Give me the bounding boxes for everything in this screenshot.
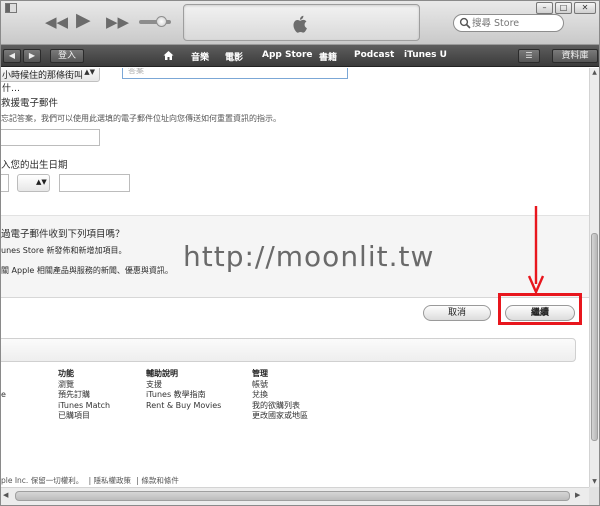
footer-column-0: e [1,369,6,401]
footer-link-purchased[interactable]: 已購項目 [58,411,110,422]
search-icon [459,17,471,29]
maximize-button[interactable]: □ [555,2,572,14]
horizontal-scrollbar[interactable]: ◀ ▶ [1,487,589,505]
footer-separator: | [136,476,139,485]
rescue-email-description: 忘記答案，我們可以使用此選填的電子郵件位址向您傳送如何重置資訊的指示。 [1,114,281,123]
nav-itunes-u[interactable]: iTunes U [404,50,447,60]
footer-link-change-country[interactable]: 更改國家或地區 [252,411,308,422]
footer-link-browse[interactable]: 瀏覽 [58,380,110,391]
footer-link-wishlist[interactable]: 我的欲購列表 [252,401,308,412]
footer-link-redeem[interactable]: 兌換 [252,390,308,401]
nav-movies[interactable]: 電影 [225,50,243,63]
scroll-right-arrow-icon[interactable]: ▶ [575,491,580,499]
security-answer-input[interactable]: 答案 [122,68,348,79]
footer-bar [1,338,576,362]
apple-logo-icon [293,15,307,33]
volume-slider-knob[interactable] [156,16,167,27]
home-icon[interactable] [163,50,174,61]
subscribe-question: 過電子郵件收到下列項目嗎？ [1,229,125,240]
subscribe-item-news: 關 Apple 相關產品與服務的新聞、優惠與資訊。 [1,266,173,275]
list-view-button[interactable]: ☰ [518,49,540,63]
terms-link[interactable]: 條款和條件 [141,476,179,485]
footer-column-title: 功能 [58,369,74,378]
footer-link-preorder[interactable]: 預先訂購 [58,390,110,401]
play-button[interactable]: ▶ [76,11,91,30]
footer-separator: | [88,476,92,485]
rescue-email-title: 救援電子郵件 [1,98,59,109]
birth-year-input[interactable] [59,174,130,192]
player-toolbar: ◀◀ ▶ ▶▶ – □ ✕ [1,1,599,45]
search-box[interactable] [453,14,564,32]
red-arrow-annotation [527,206,545,295]
login-button[interactable]: 登入 [50,49,84,63]
birth-month-select[interactable] [1,174,9,192]
next-track-button[interactable]: ▶▶ [106,13,129,31]
cancel-button[interactable]: 取消 [423,305,491,321]
select-arrow-icon: ▲▼ [36,178,47,186]
footer-legal: ple Inc. 保留一切權利。 | 隱私權政策 | 條款和條件 [1,475,179,486]
scroll-up-arrow-icon[interactable]: ▲ [590,68,599,78]
answer-placeholder: 答案 [128,68,144,75]
security-question-select[interactable]: 小時候住的那條街叫什… ▲▼ [1,68,100,94]
footer-link-support[interactable]: 支援 [146,380,221,391]
birthday-title: 入您的出生日期 [1,160,68,171]
footer-link-itunes-match[interactable]: iTunes Match [58,401,110,412]
footer-column-features: 功能 瀏覽 預先訂購 iTunes Match 已購項目 [58,369,110,422]
vertical-scroll-thumb[interactable] [591,233,598,441]
nav-music[interactable]: 音樂 [191,50,209,63]
back-button[interactable]: ◀ [3,49,21,63]
window-menu-icon[interactable] [5,3,17,13]
nav-podcast[interactable]: Podcast [354,50,394,60]
select-arrow-icon: ▲▼ [84,68,95,76]
highlight-box [498,293,582,325]
vertical-scrollbar[interactable]: ▲ ▼ [589,68,599,487]
privacy-policy-link[interactable]: 隱私權政策 [94,476,132,485]
store-navigation-bar: ◀ ▶ 登入 音樂 電影 App Store 書籍 Podcast iTunes… [1,45,599,67]
nav-app-store[interactable]: App Store [262,50,313,60]
footer-column-help: 輔助說明 支援 iTunes 教學指南 Rent & Buy Movies [146,369,221,411]
footer-link-rent-buy[interactable]: Rent & Buy Movies [146,401,221,412]
copyright-text: ple Inc. 保留一切權利。 [1,476,84,485]
subscribe-item-new-releases: unes Store 新發佈和新增加項目。 [1,246,127,255]
scroll-down-arrow-icon[interactable]: ▼ [590,477,599,487]
footer-column-title: 管理 [252,369,268,378]
footer-column-title: 輔助說明 [146,369,178,378]
watermark-text: http://moonlit.tw [183,240,435,273]
footer-link[interactable]: e [1,390,6,401]
birth-day-select[interactable]: ▲▼ [17,174,50,192]
scroll-left-arrow-icon[interactable]: ◀ [3,491,8,499]
horizontal-scroll-thumb[interactable] [15,491,570,501]
previous-track-button[interactable]: ◀◀ [45,13,68,31]
itunes-window: ◀◀ ▶ ▶▶ – □ ✕ ◀ ▶ 登入 音樂 電影 App Store [0,0,600,506]
search-input[interactable] [472,16,560,30]
resize-grip[interactable] [589,487,599,505]
library-button[interactable]: 資料庫 [552,49,598,63]
forward-button[interactable]: ▶ [23,49,41,63]
minimize-button[interactable]: – [536,2,553,14]
footer-link-account[interactable]: 帳號 [252,380,308,391]
rescue-email-input[interactable] [1,129,100,146]
nav-books[interactable]: 書籍 [319,50,337,63]
close-button[interactable]: ✕ [574,2,596,14]
store-content: 小時候住的那條街叫什… ▲▼ 答案 救援電子郵件 忘記答案，我們可以使用此選填的… [1,68,589,487]
status-display [183,4,420,41]
footer-link-tutorials[interactable]: iTunes 教學指南 [146,390,221,401]
footer-column-manage: 管理 帳號 兌換 我的欲購列表 更改國家或地區 [252,369,308,422]
